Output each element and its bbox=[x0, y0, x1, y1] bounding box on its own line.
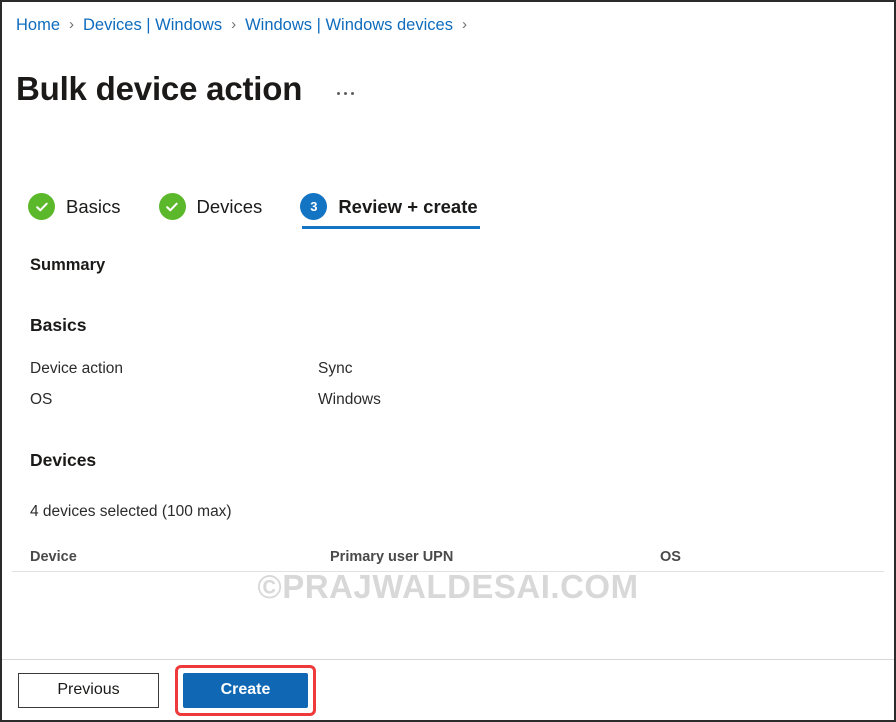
wizard-step-review-create[interactable]: 3 Review + create bbox=[300, 193, 481, 230]
breadcrumb-separator-icon: › bbox=[231, 16, 237, 33]
breadcrumb-item-devices-windows[interactable]: Devices | Windows bbox=[83, 15, 222, 35]
page-content: Home › Devices | Windows › Windows | Win… bbox=[2, 2, 894, 660]
wizard-step-label: Basics bbox=[66, 195, 121, 217]
column-header-primary-user-upn: Primary user UPN bbox=[330, 549, 454, 566]
step-number: 3 bbox=[310, 199, 318, 215]
ellipsis-dot bbox=[337, 91, 341, 95]
wizard-step-label: Review + create bbox=[338, 195, 478, 217]
wizard-step-devices[interactable]: Devices bbox=[158, 193, 263, 229]
breadcrumb-separator-icon: › bbox=[461, 16, 467, 33]
check-circle-icon bbox=[158, 193, 186, 221]
breadcrumb: Home › Devices | Windows › Windows | Win… bbox=[2, 2, 894, 35]
basics-detail-list: Device action Sync OS Windows bbox=[2, 358, 894, 410]
title-row: Bulk device action bbox=[2, 35, 894, 131]
devices-table-header-row: Device Primary user UPN OS bbox=[12, 549, 884, 573]
ellipsis-dot bbox=[344, 91, 348, 95]
devices-selection-note: 4 devices selected (100 max) bbox=[30, 503, 232, 521]
column-header-device: Device bbox=[30, 549, 77, 566]
wizard-step-label: Devices bbox=[196, 195, 263, 217]
detail-row: Device action Sync bbox=[30, 358, 894, 379]
detail-value: Windows bbox=[318, 391, 381, 409]
basics-heading: Basics bbox=[30, 315, 87, 336]
create-button-wrapper: Create bbox=[175, 664, 316, 716]
column-header-os: OS bbox=[660, 549, 681, 566]
devices-heading: Devices bbox=[30, 450, 97, 471]
check-circle-icon bbox=[28, 193, 55, 221]
bulk-device-action-page: Home › Devices | Windows › Windows | Win… bbox=[0, 0, 896, 722]
summary-heading: Summary bbox=[30, 256, 106, 275]
wizard-step-basics[interactable]: Basics bbox=[28, 193, 121, 229]
page-title: Bulk device action bbox=[16, 70, 303, 108]
breadcrumb-item-home[interactable]: Home bbox=[16, 15, 60, 35]
create-button[interactable]: Create bbox=[183, 672, 308, 708]
detail-key: OS bbox=[30, 391, 53, 409]
detail-row: OS Windows bbox=[30, 389, 894, 410]
footer-action-bar: Previous Create bbox=[2, 659, 894, 720]
devices-table: Device Primary user UPN OS bbox=[2, 549, 894, 573]
previous-button[interactable]: Previous bbox=[18, 672, 159, 708]
detail-value: Sync bbox=[318, 360, 353, 378]
breadcrumb-separator-icon: › bbox=[69, 16, 75, 33]
more-options-icon[interactable] bbox=[333, 87, 358, 100]
step-number-badge: 3 bbox=[300, 193, 328, 221]
ellipsis-dot bbox=[351, 91, 355, 95]
wizard-steps: Basics Devices 3 Review + create bbox=[2, 193, 894, 230]
breadcrumb-item-windows-devices[interactable]: Windows | Windows devices bbox=[245, 15, 453, 35]
detail-key: Device action bbox=[30, 360, 124, 378]
